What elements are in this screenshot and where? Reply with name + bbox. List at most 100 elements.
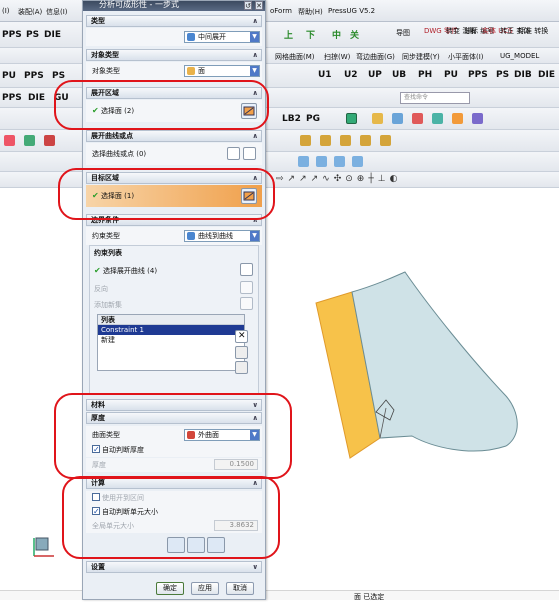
point-dialog-icon[interactable]: [227, 147, 240, 160]
toolbar-die-2[interactable]: DIE: [538, 70, 555, 80]
menu-flange-surface[interactable]: 弯边曲面(G): [356, 52, 395, 62]
curve-select-icon-2[interactable]: [240, 263, 253, 276]
section-settings-label: 设置: [91, 563, 105, 571]
section-type-label: 类型: [91, 17, 105, 25]
toolbar-up-2[interactable]: UP: [368, 70, 382, 80]
reverse-icon[interactable]: [240, 281, 253, 294]
chevron-down-icon[interactable]: ▼: [250, 66, 259, 76]
toolbar-close[interactable]: 关: [350, 28, 359, 41]
cancel-button[interactable]: 取消: [226, 582, 254, 595]
reset-icon[interactable]: ↺: [244, 1, 252, 10]
constraint-type-row: 约束类型 曲线到曲线 ▼: [86, 227, 262, 245]
toolbar-pps-3[interactable]: PPS: [468, 70, 488, 80]
chevron-up-icon: ∧: [252, 17, 258, 25]
menu-item-tool[interactable]: (I): [2, 7, 10, 15]
object-type-select[interactable]: 面 ▼: [184, 65, 260, 77]
curve-select-icon[interactable]: [243, 147, 256, 160]
type-select-icon: [187, 33, 195, 41]
view-icon-3[interactable]: [334, 156, 345, 167]
list-header: 列表: [98, 315, 244, 325]
color-icon[interactable]: [4, 135, 15, 146]
strip-icon[interactable]: [300, 135, 311, 146]
command-search-input[interactable]: 查找命令: [400, 92, 470, 104]
annotation-target-region: [58, 168, 275, 220]
strip-icon-5[interactable]: [380, 135, 391, 146]
toolbar-pps[interactable]: PPS: [2, 30, 22, 40]
move-down-icon[interactable]: [235, 361, 248, 374]
strip-icon-4[interactable]: [360, 135, 371, 146]
menu-item-help[interactable]: 帮助(H): [298, 7, 323, 17]
move-up-icon[interactable]: [235, 346, 248, 359]
status-text: 面 已选定: [354, 593, 385, 601]
toolbar-standard[interactable]: 标准 转换: [518, 26, 548, 36]
toolbar-die-3[interactable]: DIE: [28, 93, 45, 103]
sm-icon[interactable]: [346, 113, 357, 124]
shape-icon[interactable]: [412, 113, 423, 124]
constraint-type-select[interactable]: 曲线到曲线 ▼: [184, 230, 260, 242]
toolbar-dib[interactable]: DIB: [514, 70, 532, 80]
section-object-type[interactable]: 对象类型 ∧: [86, 49, 262, 61]
toolbar-up[interactable]: 上: [284, 28, 293, 41]
toolbar-ps[interactable]: PS: [26, 30, 39, 40]
toolbar-die[interactable]: DIE: [44, 30, 61, 40]
select-curve-label: 选择曲线或点 (0): [92, 150, 147, 158]
view-triad-icon: [33, 537, 54, 557]
menu-ug-model[interactable]: UG_MODEL: [500, 52, 539, 60]
annotation-compute: [62, 476, 280, 559]
toolbar-lb2[interactable]: LB2: [282, 114, 301, 124]
curve-icon: [187, 232, 195, 240]
snap-icons[interactable]: ⇨↗↗↗∿✣⊙⊕┼⊥◐: [276, 174, 401, 184]
menu-item-info[interactable]: 信息(I): [46, 7, 68, 17]
toolbar-pu-2[interactable]: PU: [444, 70, 458, 80]
apply-button[interactable]: 应用: [191, 582, 219, 595]
toolbar-pg[interactable]: PG: [306, 114, 320, 124]
section-unfold-curve[interactable]: 展开曲线或点 ∧: [86, 130, 262, 142]
toolbar-pu[interactable]: PU: [2, 71, 16, 81]
annotation-thickness: [54, 393, 292, 479]
toolbar-guide[interactable]: 导图: [396, 28, 410, 38]
part-icon[interactable]: [392, 113, 403, 124]
view-icon[interactable]: [298, 156, 309, 167]
add-set-icon[interactable]: [240, 297, 253, 310]
list-item[interactable]: Constraint 1: [98, 325, 244, 335]
toolbar-pps-4[interactable]: PPS: [2, 93, 22, 103]
toolbar-pps-2[interactable]: PPS: [24, 71, 44, 81]
menu-sync-modeling[interactable]: 同步建模(Y): [402, 52, 440, 62]
section-type[interactable]: 类型 ∧: [86, 15, 262, 27]
menu-sweep[interactable]: 扫掠(W): [324, 52, 350, 62]
strip-icon-3[interactable]: [340, 135, 351, 146]
unfold-curve-row[interactable]: 选择曲线或点 (0): [86, 143, 262, 165]
block-icon[interactable]: [452, 113, 463, 124]
select-unfold-curve-row[interactable]: ✔ 选择展开曲线 (4): [94, 266, 157, 276]
type-select[interactable]: 中间展开 ▼: [184, 31, 260, 43]
menu-item-pressug[interactable]: PressUG V5.2: [328, 7, 375, 15]
menu-item-assembly[interactable]: 装配(A): [18, 7, 42, 17]
chevron-down-icon[interactable]: ▼: [250, 32, 259, 42]
strip-icon-2[interactable]: [320, 135, 331, 146]
layer-icon[interactable]: [24, 135, 35, 146]
tool-icon[interactable]: [372, 113, 383, 124]
section-settings[interactable]: 设置 ∨: [86, 561, 262, 573]
toolbar-ph[interactable]: PH: [418, 70, 432, 80]
close-icon[interactable]: ✕: [255, 1, 263, 10]
toolbar-u1[interactable]: U1: [318, 70, 332, 80]
toolbar-ps-2[interactable]: PS: [52, 71, 65, 81]
toolbar-ps-3[interactable]: PS: [496, 70, 509, 80]
toolbar-center[interactable]: 中: [332, 28, 341, 41]
menu-facet-body[interactable]: 小平面体(I): [448, 52, 484, 62]
feature-icon[interactable]: [472, 113, 483, 124]
tuning-icon[interactable]: [44, 135, 55, 146]
menu-item-oform[interactable]: oForm: [270, 7, 292, 15]
delete-icon[interactable]: ✕: [235, 330, 248, 343]
view-icon-2[interactable]: [316, 156, 327, 167]
menu-mesh-surface[interactable]: 网格曲面(M): [275, 52, 315, 62]
toolbar-u2[interactable]: U2: [344, 70, 358, 80]
ok-button[interactable]: 确定: [156, 582, 184, 595]
list-item[interactable]: 新建: [98, 335, 244, 345]
chevron-down-icon[interactable]: ▼: [250, 231, 259, 241]
solid-icon[interactable]: [432, 113, 443, 124]
view-icon-4[interactable]: [352, 156, 363, 167]
toolbar-down[interactable]: 下: [306, 28, 315, 41]
toolbar-ub[interactable]: UB: [392, 70, 406, 80]
object-type-label: 对象类型: [92, 67, 120, 75]
